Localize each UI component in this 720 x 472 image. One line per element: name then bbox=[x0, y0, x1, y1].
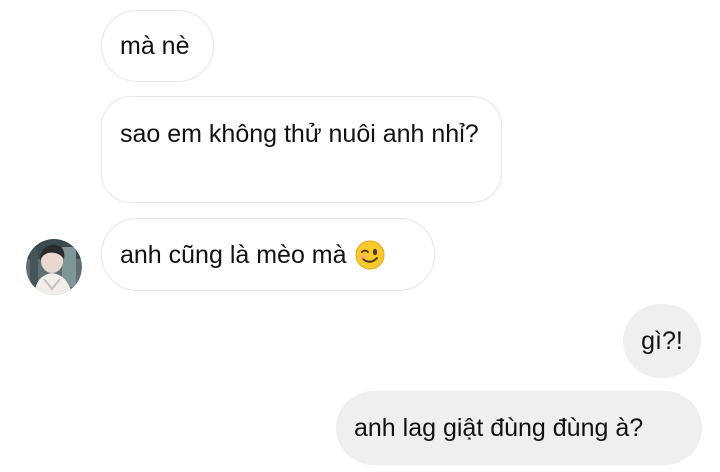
message-bubble[interactable]: anh cũng là mèo mà bbox=[101, 218, 435, 291]
profile-photo-icon bbox=[26, 239, 82, 295]
message-text: anh lag giật đùng đùng à? bbox=[354, 414, 644, 442]
message-text: mà nè bbox=[120, 32, 190, 60]
message-bubble[interactable]: gì?! bbox=[623, 304, 701, 378]
avatar[interactable] bbox=[26, 239, 82, 295]
message-bubble[interactable]: sao em không thử nuôi anh nhỉ? bbox=[101, 96, 502, 203]
message-text: anh cũng là mèo mà bbox=[120, 240, 347, 269]
message-text: sao em không thử nuôi anh nhỉ? bbox=[120, 120, 479, 148]
winking-face-emoji-icon bbox=[355, 240, 385, 270]
message-text: gì?! bbox=[641, 327, 683, 355]
message-bubble[interactable]: mà nè bbox=[101, 10, 214, 82]
message-bubble[interactable]: anh lag giật đùng đùng à? bbox=[336, 391, 702, 465]
